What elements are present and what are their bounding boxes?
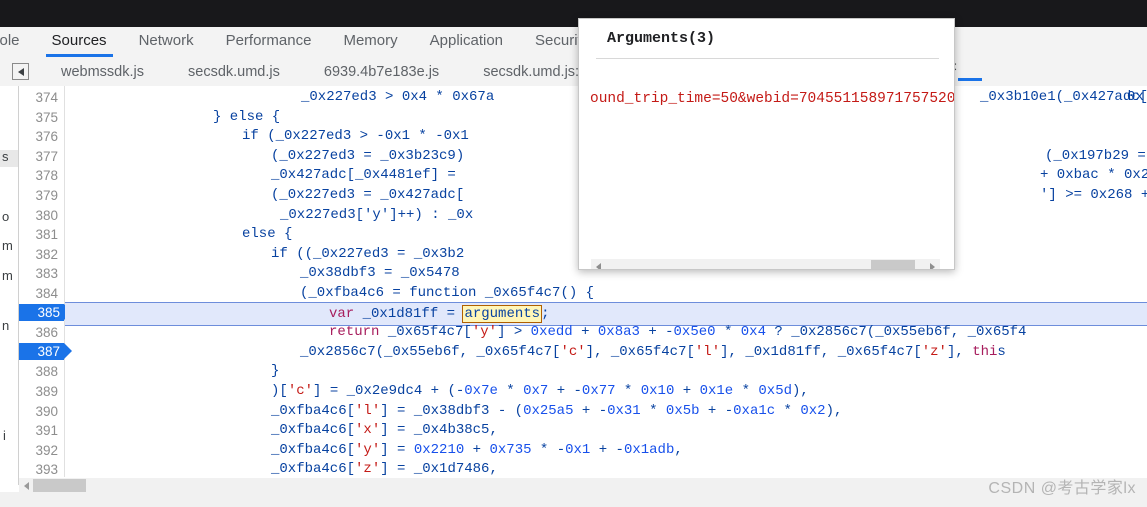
line-number: 380 (35, 207, 58, 223)
code-line-375: } else { (213, 108, 281, 125)
popup-scroll-right-icon[interactable] (930, 263, 935, 269)
code-line-385-text: var _0x1d81ff = arguments;var _0x1d81ff … (329, 305, 550, 323)
code-line-385-highlighted: var _0x1d81ff = arguments;var _0x1d81ff … (65, 302, 1147, 326)
line-number: 381 (35, 227, 58, 243)
popup-scrollbar-thumb[interactable] (871, 260, 915, 269)
code-line-379: (_0x227ed3 = _0x427adc[ (271, 187, 465, 203)
code-line-384: (_0xfba4c6 = function _0x65f4c7() { (300, 285, 595, 301)
popup-scroll-left-icon[interactable] (596, 263, 601, 269)
navigator-fragment-0: s (2, 149, 9, 164)
file-tabbar: webmssdk.js secsdk.umd.js 6939.4b7e183e.… (0, 57, 1147, 87)
watermark: CSDN @考古学家lx (988, 480, 1136, 497)
line-number: 377 (35, 148, 58, 164)
line-number: 390 (35, 403, 58, 419)
devtools-panel-tabbar: sole Sources Network Performance Memory … (0, 27, 1147, 58)
tab-memory[interactable]: Memory (327, 30, 413, 57)
line-number: 387 (37, 344, 60, 359)
code-line-390: _0xfba4c6['l'] = _0x38dbf3 - (0x25a5 + -… (271, 402, 843, 419)
code-line-386: return _0x65f4c7['y'] > 0xedd + 0x8a3 + … (329, 324, 1027, 341)
navigator-fragment-4: n (2, 318, 10, 333)
arguments-token[interactable]: arguments (462, 305, 543, 323)
navigator-fragment-3: m (2, 268, 13, 283)
tab-performance[interactable]: Performance (210, 30, 328, 57)
line-number: 392 (35, 442, 58, 458)
navigator-panel-strip: s o m m n i (0, 86, 19, 485)
editor-horizontal-scrollbar[interactable] (19, 477, 1147, 493)
popup-title: Arguments(3) (607, 30, 716, 47)
active-file-tab-underline (958, 78, 982, 81)
code-overflow-377: (_0x197b29 = _0x427adc (1045, 147, 1146, 164)
line-number: 376 (35, 129, 58, 145)
code-line-376: if (_0x227ed3 > -0x1 * -0x1 (242, 128, 469, 145)
code-line-380: _0x227ed3['y']++) : _0x (280, 206, 474, 223)
line-number: 389 (35, 384, 58, 399)
code-line-387: _0x2856c7(_0x55eb6f, _0x65f4c7['c'], _0x… (300, 344, 1006, 361)
code-overflow-379: '] >= 0x268 + 0x493 * 0: (1040, 187, 1147, 203)
code-line-391: _0xfba4c6['x'] = _0x4b38c5, (271, 422, 498, 439)
bottom-strip (0, 492, 1147, 507)
code-line-389: )['c'] = _0x2e9dc4 + (-0x7e * 0x7 + -0x7… (271, 383, 809, 399)
devtools-window: sole Sources Network Performance Memory … (0, 0, 1147, 507)
code-line-378: _0x427adc[_0x4481ef] = (271, 167, 456, 184)
code-line-383: _0x38dbf3 = _0x5478 (300, 265, 460, 282)
code-line-382: if ((_0x227ed3 = _0x3b2 (271, 245, 465, 262)
navigator-fragment-2: m (2, 238, 13, 253)
line-number: 383 (35, 266, 58, 282)
line-number: 379 (35, 188, 58, 203)
file-tab-secsdk-umd[interactable]: secsdk.umd.js (166, 58, 302, 86)
line-number: 388 (35, 364, 58, 380)
code-line-392: _0xfba4c6['y'] = 0x2210 + 0x735 * -0x1 +… (271, 441, 683, 458)
breakpoint-marker-385[interactable]: 385 (19, 304, 72, 321)
popup-divider (596, 58, 939, 59)
navigator-fragment-5: i (3, 428, 6, 443)
browser-titlebar (0, 0, 1147, 27)
arguments-tooltip-popup[interactable]: Arguments(3) оund_trip_time=50&webid=704… (578, 18, 955, 270)
code-line-381: else { (242, 226, 293, 243)
line-number-gutter[interactable]: 374 375 376 377 378 379 380 381 382 383 … (19, 86, 72, 485)
tab-console[interactable]: sole (0, 30, 36, 57)
popup-value-text: оund_trip_time=50&webid=7045511589717575… (590, 91, 955, 107)
prev-pane-icon[interactable] (12, 63, 29, 80)
line-number: 375 (35, 109, 58, 125)
scroll-left-icon[interactable] (24, 482, 29, 490)
line-number: 386 (35, 325, 58, 341)
navigator-fragment-1: o (2, 209, 10, 224)
breakpoint-marker-387[interactable]: 387 (19, 343, 72, 360)
line-number: 385 (37, 305, 60, 320)
code-line-388: } (271, 363, 280, 380)
tab-application[interactable]: Application (414, 30, 519, 57)
line-number: 382 (35, 246, 58, 262)
line-number: 384 (35, 286, 58, 301)
tab-sources[interactable]: Sources (36, 30, 123, 57)
code-line-377: (_0x227ed3 = _0x3b23c9) (271, 147, 465, 164)
code-overflow-384: _0x3b10e1(_0x427adc[_0: (980, 89, 1147, 105)
scrollbar-thumb[interactable] (33, 479, 86, 492)
tab-network[interactable]: Network (123, 30, 210, 57)
line-number: 391 (35, 423, 58, 439)
file-tab-6939[interactable]: 6939.4b7e183e.js (302, 58, 461, 86)
line-number: 378 (35, 168, 58, 184)
code-line-374: _0x227ed3 > 0x4 * 0x67a (301, 89, 495, 105)
file-tab-webmssdk[interactable]: webmssdk.js (39, 58, 166, 86)
code-overflow-378: + 0xbac * 0x2 + 0xd05 ? (1040, 167, 1147, 184)
popup-horizontal-scrollbar[interactable] (591, 259, 940, 269)
line-number: 374 (35, 90, 58, 105)
